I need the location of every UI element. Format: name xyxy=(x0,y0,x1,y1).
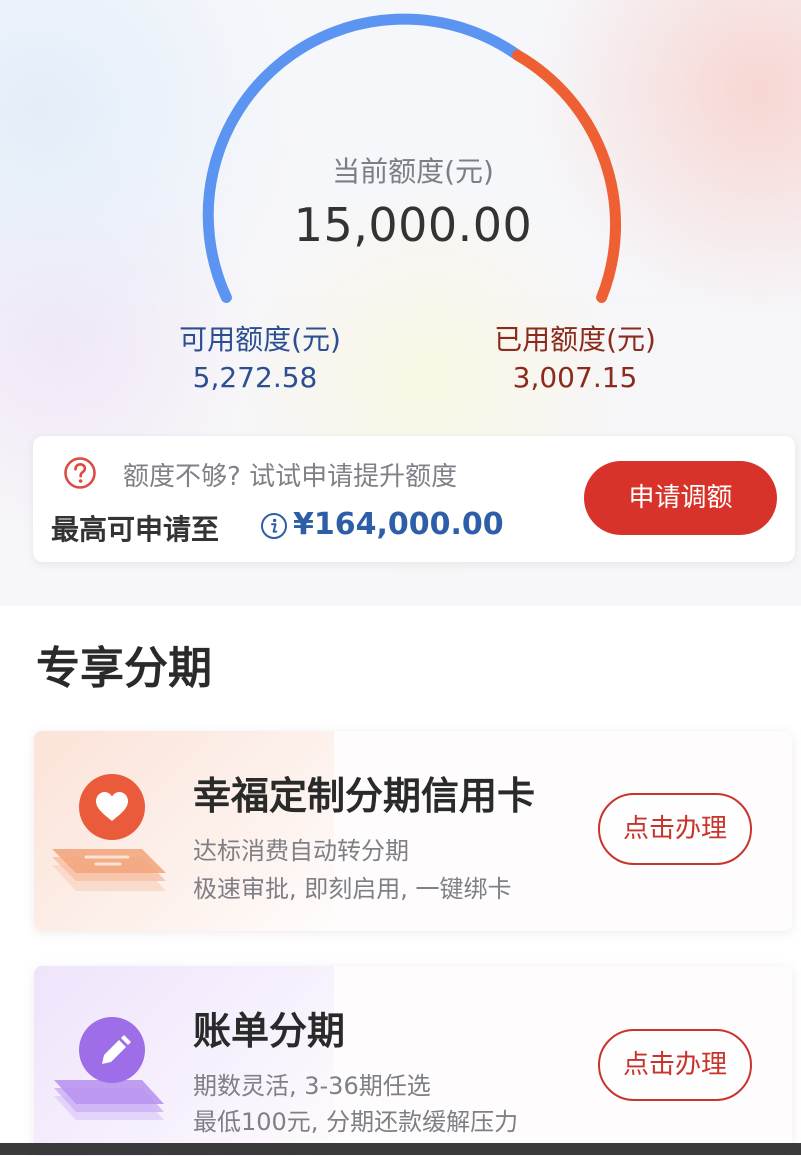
apply-adjust-button[interactable]: 申请调额 xyxy=(584,461,777,535)
available-limit-value: 5,272.58 xyxy=(192,361,318,394)
section-title: 专享分期 xyxy=(36,643,212,694)
bottom-bar xyxy=(0,1143,801,1155)
credit-overview: 当前额度(元) 15,000.00 可用额度(元) 5,272.58 已用额度(… xyxy=(0,0,801,606)
heart-icon xyxy=(52,774,166,891)
current-limit-value: 15,000.00 xyxy=(293,198,533,252)
max-apply-value: ¥164,000.00 xyxy=(293,507,504,542)
product-card-bill-installment[interactable]: 账单分期 期数灵活, 3-36期任选 最低100元, 分期还款缓解压力 点击办理 xyxy=(34,966,792,1156)
apply-now-button[interactable]: 点击办理 xyxy=(598,1029,752,1101)
question-circle-icon xyxy=(64,457,96,489)
product-title: 幸福定制分期信用卡 xyxy=(193,774,536,818)
product-desc-line1: 达标消费自动转分期 xyxy=(193,837,409,865)
info-icon[interactable] xyxy=(260,512,288,540)
limit-prompt-text: 额度不够? 试试申请提升额度 xyxy=(123,462,458,492)
product-desc-line2: 最低100元, 分期还款缓解压力 xyxy=(193,1108,519,1136)
used-limit-value: 3,007.15 xyxy=(512,361,638,394)
max-apply-label: 最高可申请至 xyxy=(51,513,220,546)
product-card-happiness[interactable]: 幸福定制分期信用卡 达标消费自动转分期 极速审批, 即刻启用, 一键绑卡 点击办… xyxy=(34,731,792,931)
used-limit-label: 已用额度(元) xyxy=(494,323,656,356)
apply-now-button[interactable]: 点击办理 xyxy=(598,793,752,865)
product-desc-line2: 极速审批, 即刻启用, 一键绑卡 xyxy=(193,875,512,903)
pencil-icon xyxy=(54,1017,164,1120)
product-title: 账单分期 xyxy=(193,1009,346,1053)
limit-increase-card: 额度不够? 试试申请提升额度 最高可申请至 ¥164,000.00 申请调额 xyxy=(33,436,795,562)
current-limit-label: 当前额度(元) xyxy=(332,155,494,188)
product-desc-line1: 期数灵活, 3-36期任选 xyxy=(193,1072,431,1100)
available-limit-label: 可用额度(元) xyxy=(179,323,341,356)
